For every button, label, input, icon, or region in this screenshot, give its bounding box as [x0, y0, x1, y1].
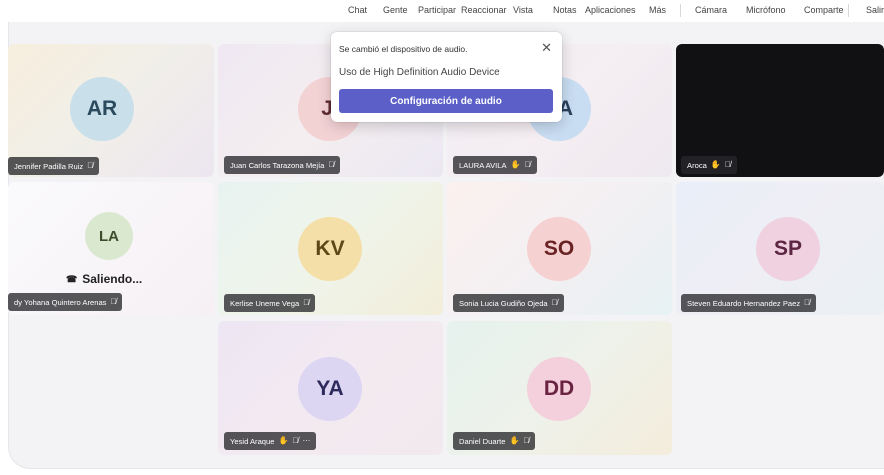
toolbar-apps[interactable]: Aplicaciones — [585, 5, 636, 15]
more-options-icon[interactable]: ··· — [302, 437, 310, 445]
participant-nametag: Yesid Araque ✋ 🎙̸ ··· — [224, 432, 317, 450]
toolbar-view[interactable]: Vista — [513, 5, 533, 15]
notification-title: Se cambió el dispositivo de audio. — [339, 44, 468, 54]
avatar: SP — [756, 217, 820, 281]
avatar: KV — [298, 217, 362, 281]
hang-up-icon: ☎ — [66, 273, 78, 284]
toolbar-notes[interactable]: Notas — [553, 5, 577, 15]
toolbar-participate[interactable]: Participar — [418, 5, 456, 15]
toolbar-react[interactable]: Reaccionar — [461, 5, 507, 15]
notification-message: Uso de High Definition Audio Device — [339, 67, 500, 78]
participant-name: dy Yohana Quintero Arenas — [14, 297, 107, 307]
mic-off-icon: 🎙̸ — [87, 161, 94, 170]
participant-tile[interactable]: KV Kerlise Uneme Vega 🎙̸ — [218, 182, 443, 315]
participant-name: Sonia Lucia Gudiño Ojeda — [459, 298, 548, 308]
avatar: DD — [527, 357, 591, 421]
toolbar-share[interactable]: Comparte — [804, 5, 844, 15]
participant-tile[interactable]: AR Jennifer Padilla Ruiz 🎙̸ — [8, 44, 214, 177]
participant-tile-video[interactable]: Aroca ✋ 🎙̸ — [676, 44, 884, 177]
participant-tile[interactable]: SP Steven Eduardo Hernandez Paez 🎙̸ — [676, 182, 884, 315]
leaving-text: Saliendo... — [82, 272, 143, 286]
toolbar-divider — [680, 4, 681, 17]
participant-tile[interactable]: DD Daniel Duarte ✋ 🎙̸ — [447, 321, 672, 455]
avatar: LA — [85, 212, 133, 260]
participant-tile[interactable]: LA ☎ Saliendo... dy Yohana Quintero Aren… — [8, 182, 214, 315]
avatar: AR — [70, 77, 134, 141]
participant-name: LAURA AVILA — [459, 160, 507, 170]
meeting-toolbar: Chat Gente Participar Reaccionar Vista N… — [0, 0, 884, 22]
participant-name: Jennifer Padilla Ruiz — [14, 161, 84, 171]
participant-nametag: Sonia Lucia Gudiño Ojeda 🎙̸ — [453, 294, 564, 312]
avatar: SO — [527, 217, 591, 281]
raised-hand-icon: ✋ — [510, 160, 521, 169]
mic-off-icon: 🎙̸ — [523, 436, 530, 445]
raised-hand-icon: ✋ — [710, 160, 721, 169]
participant-nametag: Aroca ✋ 🎙̸ — [681, 156, 737, 174]
participant-name: Kerlise Uneme Vega — [230, 298, 300, 308]
leaving-status: ☎ Saliendo... — [66, 272, 142, 286]
participant-nametag: Juan Carlos Tarazona Mejía 🎙̸ — [224, 156, 341, 174]
toolbar-chat[interactable]: Chat — [348, 5, 367, 15]
close-icon[interactable]: ✕ — [541, 40, 552, 56]
participant-name: Juan Carlos Tarazona Mejía — [230, 160, 325, 170]
mic-off-icon: 🎙̸ — [524, 160, 531, 169]
participant-name: Aroca — [687, 160, 707, 170]
participant-name: Yesid Araque — [230, 436, 275, 446]
toolbar-microphone[interactable]: Micrófono — [746, 5, 786, 15]
participant-nametag: Daniel Duarte ✋ 🎙̸ — [453, 432, 536, 450]
participant-nametag: Kerlise Uneme Vega 🎙̸ — [224, 294, 316, 312]
participant-name: Daniel Duarte — [459, 436, 506, 446]
toolbar-camera[interactable]: Cámara — [695, 5, 727, 15]
toolbar-divider — [848, 4, 849, 17]
participant-nametag: Steven Eduardo Hernandez Paez 🎙̸ — [681, 294, 817, 312]
toolbar-leave[interactable]: Salir — [866, 5, 884, 15]
toolbar-more[interactable]: Más — [649, 5, 666, 15]
toolbar-people[interactable]: Gente — [383, 5, 408, 15]
participant-name: Steven Eduardo Hernandez Paez — [687, 298, 801, 308]
mic-off-icon: 🎙̸ — [328, 160, 335, 169]
mic-off-icon: 🎙̸ — [551, 298, 558, 307]
participant-tile[interactable]: YA Yesid Araque ✋ 🎙̸ ··· — [218, 321, 443, 455]
participant-nametag: LAURA AVILA ✋ 🎙̸ — [453, 156, 537, 174]
participant-nametag: Jennifer Padilla Ruiz 🎙̸ — [8, 157, 100, 175]
mic-off-icon: 🎙̸ — [724, 160, 731, 169]
mic-off-icon: 🎙̸ — [303, 298, 310, 307]
avatar: YA — [298, 357, 362, 421]
audio-device-notification: Se cambió el dispositivo de audio. ✕ Uso… — [331, 32, 562, 122]
mic-off-icon: 🎙̸ — [804, 298, 811, 307]
teams-meeting-window: Chat Gente Participar Reaccionar Vista N… — [0, 0, 884, 475]
mic-off-icon: 🎙̸ — [292, 436, 299, 445]
participant-tile[interactable]: SO Sonia Lucia Gudiño Ojeda 🎙̸ — [447, 182, 672, 315]
mic-off-icon: 🎙̸ — [110, 297, 117, 306]
audio-settings-button[interactable]: Configuración de audio — [339, 89, 553, 113]
participant-nametag: dy Yohana Quintero Arenas 🎙̸ — [8, 293, 123, 311]
raised-hand-icon: ✋ — [278, 436, 289, 445]
raised-hand-icon: ✋ — [509, 436, 520, 445]
